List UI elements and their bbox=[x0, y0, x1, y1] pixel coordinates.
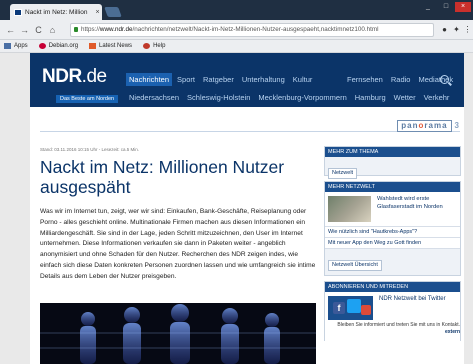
twitter-text: Bleiben Sie informiert und treten Sie mi… bbox=[337, 322, 460, 328]
nav-nachrichten[interactable]: Nachrichten bbox=[126, 73, 173, 86]
search-icon[interactable] bbox=[440, 75, 449, 84]
address-bar[interactable]: https://www.ndr.de/nachrichten/netzwelt/… bbox=[70, 23, 434, 37]
twitter-title: NDR Netzwelt bei Twitter bbox=[379, 296, 446, 302]
sidebar: MEHR ZUM THEMA Netzwelt MEHR NETZWELT Wa… bbox=[324, 146, 461, 342]
netzwelt-overview-button[interactable]: Netzwelt Übersicht bbox=[328, 260, 382, 271]
googleplus-icon bbox=[361, 305, 371, 315]
nav-ratgeber[interactable]: Ratgeber bbox=[200, 73, 237, 86]
bookmarks-bar: Apps Debian.org Latest News Help bbox=[0, 40, 473, 53]
mehr-zum-thema-heading: MEHR ZUM THEMA bbox=[325, 147, 460, 157]
link-gott-app[interactable]: Mit neuer App den Weg zu Gott finden bbox=[325, 237, 460, 248]
nav-fernsehen[interactable]: Fernsehen bbox=[347, 73, 383, 86]
abonnieren-box: ABONNIEREN UND MITREDEN f NDR Netzwelt b… bbox=[324, 281, 461, 342]
panorama-number: 3 bbox=[454, 121, 460, 130]
nav-sport[interactable]: Sport bbox=[174, 73, 198, 86]
tab-close-icon[interactable]: × bbox=[93, 9, 102, 16]
facebook-icon: f bbox=[333, 302, 345, 314]
twitter-text-wrap: Bleiben Sie informiert und treten Sie mi… bbox=[328, 322, 460, 336]
link-hautkrebs-apps[interactable]: Wie nützlich sind "Hautkrebs-Apps"? bbox=[325, 226, 460, 237]
panorama-logo[interactable]: panorama 3 bbox=[397, 119, 460, 132]
url-path: /nachrichten/netzwelt/Nackt-im-Netz-Mill… bbox=[132, 26, 379, 33]
twitter-teaser[interactable]: f NDR Netzwelt bei Twitter Bleiben Sie i… bbox=[325, 292, 460, 342]
menu-icon[interactable]: ⋮ bbox=[463, 25, 472, 34]
ndr-page: NDR.de Das Beste am Norden Nachrichten S… bbox=[30, 53, 464, 364]
logo-tagline: Das Beste am Norden bbox=[56, 95, 119, 103]
primary-nav: Nachrichten Sport Ratgeber Unterhaltung … bbox=[126, 73, 317, 86]
article-image bbox=[40, 303, 316, 364]
nav-radio[interactable]: Radio bbox=[391, 73, 411, 86]
logo-suffix: .de bbox=[81, 66, 107, 87]
browser-tab[interactable]: Nackt im Netz: Million × bbox=[10, 4, 102, 20]
feature-thumbnail bbox=[328, 196, 371, 222]
nav-mecklenburg-vorpommern[interactable]: Mecklenburg-Vorpommern bbox=[258, 93, 346, 102]
nav-schleswig-holstein[interactable]: Schleswig-Holstein bbox=[187, 93, 250, 102]
close-window-icon[interactable]: × bbox=[455, 2, 471, 12]
ndr-logo[interactable]: NDR.de Das Beste am Norden bbox=[42, 66, 119, 105]
nav-verkehr[interactable]: Verkehr bbox=[424, 93, 450, 102]
tab-title: Nackt im Netz: Million bbox=[25, 8, 88, 16]
bookmark-help[interactable]: Help bbox=[143, 43, 165, 49]
apps-grid-icon bbox=[4, 43, 11, 49]
abonnieren-heading: ABONNIEREN UND MITREDEN bbox=[325, 282, 460, 292]
secondary-nav: Niedersachsen Schleswig-Holstein Mecklen… bbox=[129, 93, 457, 102]
panorama-text-1: pan bbox=[401, 120, 419, 130]
back-arrow-icon[interactable]: ← bbox=[5, 24, 16, 36]
lock-icon bbox=[74, 27, 78, 32]
mehr-netzwelt-heading: MEHR NETZWELT bbox=[325, 182, 460, 192]
extension-icon[interactable]: ● bbox=[440, 25, 449, 34]
mehr-zum-thema-box: MEHR ZUM THEMA Netzwelt bbox=[324, 146, 461, 179]
browser-toolbar: ← → C ⌂ https://www.ndr.de/nachrichten/n… bbox=[0, 20, 473, 40]
twitter-extern-link[interactable]: extern bbox=[445, 329, 460, 335]
feature-title: Wahlstedt wird erste Glasfaserstadt im N… bbox=[377, 196, 443, 210]
extension-puzzle-icon[interactable]: ✦ bbox=[452, 25, 461, 34]
maximize-window-icon[interactable]: □ bbox=[439, 2, 453, 12]
nav-kultur[interactable]: Kultur bbox=[290, 73, 316, 86]
social-icons-image: f bbox=[328, 296, 373, 320]
site-header: NDR.de Das Beste am Norden Nachrichten S… bbox=[30, 53, 464, 107]
bookmark-label: Debian.org bbox=[48, 43, 79, 49]
bookmark-label: Apps bbox=[14, 43, 28, 49]
nav-unterhaltung[interactable]: Unterhaltung bbox=[239, 73, 288, 86]
url-scheme: https:// bbox=[81, 26, 100, 33]
panorama-text-2: rama bbox=[424, 120, 448, 130]
new-tab-button[interactable] bbox=[104, 7, 122, 17]
ndr-favicon-icon bbox=[14, 8, 22, 16]
bookmark-label: Latest News bbox=[99, 43, 133, 49]
help-icon bbox=[143, 43, 151, 49]
minimize-window-icon[interactable]: _ bbox=[421, 2, 435, 12]
panorama-bar: panorama 3 bbox=[40, 119, 460, 132]
bookmark-apps[interactable]: Apps bbox=[4, 43, 28, 49]
rss-icon bbox=[89, 43, 97, 49]
bookmark-latest-news[interactable]: Latest News bbox=[89, 43, 132, 49]
mehr-netzwelt-box: MEHR NETZWELT Wahlstedt wird erste Glasf… bbox=[324, 181, 461, 276]
digital-figures-image bbox=[40, 303, 316, 364]
article-lead: Was wir im Internet tun, zeigt, wer wir … bbox=[40, 208, 316, 280]
bookmark-debian[interactable]: Debian.org bbox=[38, 43, 79, 49]
nav-wetter[interactable]: Wetter bbox=[394, 93, 416, 102]
article-meta: Stand: 03.11.2016 10:15 Uhr - Lesezeit: … bbox=[40, 147, 139, 152]
article-headline: Nackt im Netz: Millionen Nutzer ausgespä… bbox=[40, 157, 285, 197]
browser-tab-bar: Nackt im Netz: Million × _ □ × bbox=[0, 0, 473, 20]
bookmark-label: Help bbox=[153, 43, 166, 49]
logo-text: NDR bbox=[42, 66, 82, 87]
twitter-icon bbox=[347, 299, 361, 313]
forward-arrow-icon[interactable]: → bbox=[19, 24, 30, 36]
nav-niedersachsen[interactable]: Niedersachsen bbox=[129, 93, 179, 102]
netzwelt-topic-button[interactable]: Netzwelt bbox=[328, 168, 358, 179]
reload-icon[interactable]: C bbox=[33, 24, 44, 36]
debian-icon bbox=[38, 43, 46, 49]
feature-teaser[interactable]: Wahlstedt wird erste Glasfaserstadt im N… bbox=[325, 192, 460, 226]
url-host: www.ndr.de bbox=[99, 26, 133, 33]
nav-hamburg[interactable]: Hamburg bbox=[355, 93, 386, 102]
home-icon[interactable]: ⌂ bbox=[47, 24, 58, 36]
page-viewport: NDR.de Das Beste am Norden Nachrichten S… bbox=[0, 53, 473, 364]
